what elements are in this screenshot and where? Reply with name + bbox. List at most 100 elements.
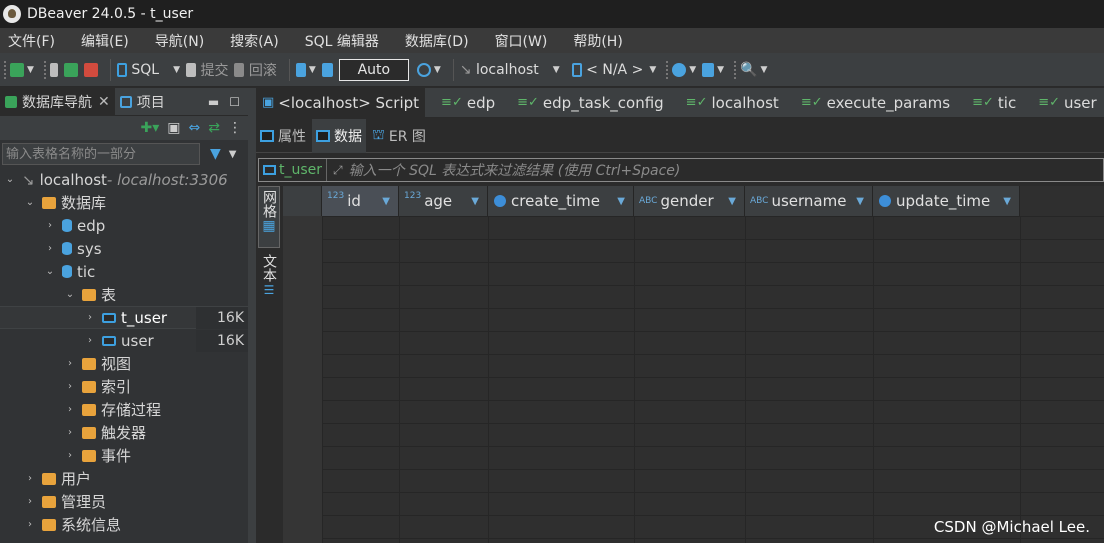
minimize-icon[interactable]: ▬ xyxy=(208,95,219,109)
column-header-gender[interactable]: ABC gender ▼ xyxy=(634,186,745,216)
grid-view-tab[interactable]: 网格 ▦ xyxy=(258,186,280,248)
chevron-down-icon[interactable]: ⌄ xyxy=(64,289,76,300)
tab-user[interactable]: ≡✓ user xyxy=(1032,88,1103,118)
chevron-down-icon[interactable]: ⌄ xyxy=(24,197,36,208)
reconnect-button[interactable] xyxy=(63,58,78,82)
disconnect-button[interactable] xyxy=(83,58,98,82)
tree-node-events[interactable]: › 事件 xyxy=(0,444,248,467)
active-schema-selector[interactable]: < N/A > ▼ xyxy=(571,58,656,82)
tab-tic[interactable]: ≡✓ tic xyxy=(966,88,1022,118)
table-filter-input[interactable] xyxy=(2,143,200,165)
close-icon[interactable]: ✕ xyxy=(98,94,110,110)
tab-projects[interactable]: 项目 xyxy=(115,88,170,116)
tab-edp-task-config[interactable]: ≡✓ edp_task_config xyxy=(511,88,670,118)
chevron-right-icon[interactable]: › xyxy=(44,243,56,254)
chevron-right-icon[interactable]: › xyxy=(64,381,76,392)
history-button[interactable]: ▼ xyxy=(416,58,441,82)
menu-file[interactable]: 文件(F) xyxy=(0,31,55,51)
tree-node-users[interactable]: › 用户 xyxy=(0,467,248,490)
menu-search[interactable]: 搜索(A) xyxy=(222,31,279,51)
filter-expression-input[interactable]: 输入一个 SQL 表达式来过滤结果 (使用 Ctrl+Space) xyxy=(349,160,681,180)
chevron-right-icon[interactable]: › xyxy=(24,496,36,507)
tree-node-localhost[interactable]: ⌄ ↘ localhost - localhost:3306 xyxy=(0,168,248,191)
menu-edit[interactable]: 编辑(E) xyxy=(73,31,129,51)
chevron-right-icon[interactable]: › xyxy=(84,312,96,323)
new-folder-icon[interactable]: ▣ xyxy=(167,120,180,136)
chevron-right-icon[interactable]: › xyxy=(64,427,76,438)
tree-node-databases[interactable]: ⌄ 数据库 xyxy=(0,191,248,214)
tree-node-t_user[interactable]: › t_user 16K xyxy=(0,306,248,329)
chevron-right-icon[interactable]: › xyxy=(64,358,76,369)
sort-icon[interactable]: ▼ xyxy=(1003,196,1011,207)
tree-node-tic[interactable]: ⌄ tic xyxy=(0,260,248,283)
tab-edp[interactable]: ≡✓ edp xyxy=(435,88,501,118)
column-name: gender xyxy=(660,192,714,210)
tab-properties[interactable]: 属性 xyxy=(256,119,310,153)
chevron-right-icon[interactable]: › xyxy=(24,519,36,530)
maximize-icon[interactable]: ☐ xyxy=(229,95,240,109)
panel-splitter[interactable] xyxy=(248,88,256,543)
tree-node-tables[interactable]: ⌄ 表 xyxy=(0,283,248,306)
text-view-tab[interactable]: 文本 ☰ xyxy=(258,254,280,314)
tab-execute-params[interactable]: ≡✓ execute_params xyxy=(795,88,956,118)
chevron-down-icon[interactable]: ⌄ xyxy=(4,174,16,185)
filter-icon[interactable]: ▼ xyxy=(210,146,221,162)
menu-database[interactable]: 数据库(D) xyxy=(397,31,469,51)
menu-help[interactable]: 帮助(H) xyxy=(565,31,622,51)
table-filter-chip[interactable]: t_user xyxy=(259,159,328,181)
grid-corner[interactable] xyxy=(283,186,322,216)
auto-commit-mode[interactable]: Auto xyxy=(338,58,409,81)
tree-node-user[interactable]: › user 16K xyxy=(0,329,248,352)
lock-button[interactable] xyxy=(321,58,333,82)
rollback-button[interactable]: 回滚 xyxy=(234,58,277,82)
tree-node-administrators[interactable]: › 管理员 xyxy=(0,490,248,513)
expand-icon[interactable]: ⤢ xyxy=(333,163,343,178)
chevron-down-icon[interactable]: ⌄ xyxy=(44,266,56,277)
column-header-age[interactable]: 123 age ▼ xyxy=(399,186,488,216)
sort-icon[interactable]: ▼ xyxy=(471,196,479,207)
chevron-right-icon[interactable]: › xyxy=(44,220,56,231)
column-header-username[interactable]: ABC username ▼ xyxy=(745,186,873,216)
sort-icon[interactable]: ▼ xyxy=(382,196,390,207)
sort-icon[interactable]: ▼ xyxy=(728,196,736,207)
column-header-id[interactable]: 123 id ▼ xyxy=(322,186,399,216)
tab-database-navigator[interactable]: 数据库导航 ✕ xyxy=(0,87,115,116)
collapse-all-icon[interactable]: ⇔ xyxy=(189,120,201,136)
tab-localhost-script[interactable]: ▣ <localhost> Script xyxy=(256,87,426,118)
tab-er-diagram[interactable]: ⛫ ER 图 xyxy=(368,119,430,153)
dashboard-button[interactable]: ▼ xyxy=(672,58,696,82)
column-header-update-time[interactable]: update_time ▼ xyxy=(873,186,1020,216)
menu-window[interactable]: 窗口(W) xyxy=(487,31,548,51)
tree-node-system-info[interactable]: › 系统信息 xyxy=(0,513,248,536)
tree-node-views[interactable]: › 视图 xyxy=(0,352,248,375)
new-connection-button[interactable]: ▼ xyxy=(10,58,34,82)
sort-icon[interactable]: ▼ xyxy=(856,196,864,207)
active-datasource-selector[interactable]: ↘ localhost ▼ xyxy=(460,58,560,82)
tree-node-label: edp xyxy=(77,216,106,235)
tree-node-triggers[interactable]: › 触发器 xyxy=(0,421,248,444)
sort-icon[interactable]: ▼ xyxy=(617,196,625,207)
tab-data[interactable]: 数据 xyxy=(312,118,366,153)
transaction-mode-button[interactable]: ▼ xyxy=(295,58,316,82)
tab-localhost[interactable]: ≡✓ localhost xyxy=(680,88,785,118)
tree-node-procedures[interactable]: › 存储过程 xyxy=(0,398,248,421)
menu-sql-editor[interactable]: SQL 编辑器 xyxy=(297,31,379,51)
view-menu-icon[interactable]: ⋮ xyxy=(228,120,242,136)
link-editor-icon[interactable]: ⇄ xyxy=(208,120,220,136)
sql-editor-button[interactable]: SQL ▼ xyxy=(116,58,180,82)
menu-navigate[interactable]: 导航(N) xyxy=(147,31,204,51)
chevron-right-icon[interactable]: › xyxy=(64,404,76,415)
tree-node-edp[interactable]: › edp xyxy=(0,214,248,237)
tree-node-indexes[interactable]: › 索引 xyxy=(0,375,248,398)
chevron-right-icon[interactable]: › xyxy=(24,473,36,484)
search-button[interactable]: 🔍 ▼ xyxy=(740,58,767,82)
commit-button[interactable]: 提交 xyxy=(186,58,228,82)
filter-dropdown-icon[interactable]: ▼ xyxy=(229,149,237,160)
tree-node-sys[interactable]: › sys xyxy=(0,237,248,260)
column-header-create-time[interactable]: create_time ▼ xyxy=(488,186,634,216)
connect-button[interactable] xyxy=(49,58,58,82)
new-connection-icon[interactable]: ✚▾ xyxy=(141,120,160,136)
erd-button[interactable]: ▼ xyxy=(702,58,724,82)
chevron-right-icon[interactable]: › xyxy=(64,450,76,461)
chevron-right-icon[interactable]: › xyxy=(84,335,96,346)
